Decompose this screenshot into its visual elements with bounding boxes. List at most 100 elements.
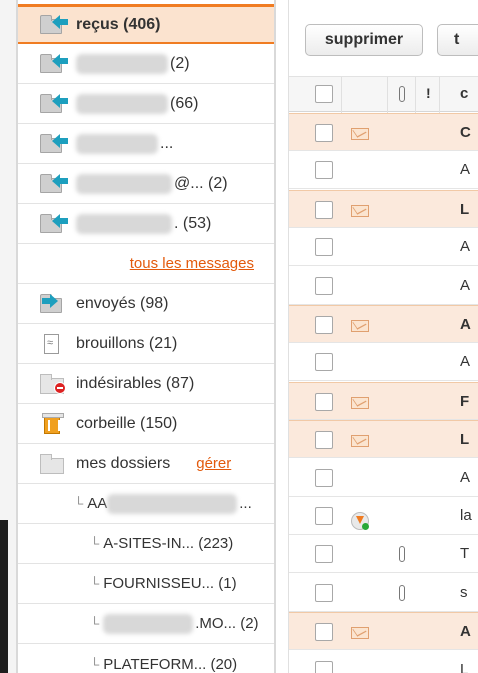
message-sender: F <box>460 392 470 410</box>
message-checkbox[interactable] <box>315 316 333 334</box>
redacted-name <box>76 173 172 194</box>
message-sender: L <box>460 200 470 218</box>
folder-account-4-count: @... (2) <box>174 174 228 192</box>
message-sender: la <box>460 507 472 524</box>
message-sender: L <box>460 431 470 449</box>
attachment-column-icon[interactable] <box>399 86 405 102</box>
tree-connector-icon: └ <box>90 576 100 591</box>
message-row[interactable]: A <box>289 228 478 267</box>
subfolder-5[interactable]: └ PLATEFORM... (20) <box>18 644 274 673</box>
folder-spam[interactable]: indésirables (87) <box>18 364 274 404</box>
message-row[interactable]: F <box>289 381 478 420</box>
message-checkbox[interactable] <box>315 660 333 673</box>
subfolder-1-suffix: ... <box>239 495 252 512</box>
manage-folders-link[interactable]: gérer <box>196 455 231 472</box>
redacted-name <box>107 493 238 514</box>
window-edge <box>0 0 16 673</box>
message-row[interactable]: A <box>289 151 478 190</box>
delete-button[interactable]: supprimer <box>305 24 423 56</box>
folder-account-4[interactable]: @... (2) <box>18 164 274 204</box>
tree-connector-icon: └ <box>74 496 84 511</box>
my-folders-row: mes dossiers gérer <box>18 444 274 484</box>
message-checkbox[interactable] <box>315 200 333 219</box>
redacted-name <box>76 133 158 154</box>
inbox-icon <box>36 173 68 194</box>
subfolder-3[interactable]: └ FOURNISSEU... (1) <box>18 564 274 604</box>
message-sender: s <box>460 583 468 601</box>
folder-account-5-count: . (53) <box>174 214 212 232</box>
subfolder-4-suffix: .MO... (2) <box>195 615 259 632</box>
message-row[interactable]: L <box>289 189 478 228</box>
message-row[interactable]: L <box>289 651 478 673</box>
folder-drafts[interactable]: brouillons (21) <box>18 324 274 364</box>
toolbar: supprimer t <box>289 0 478 70</box>
folder-account-2-count: (66) <box>170 94 199 112</box>
message-sender: A <box>460 276 471 294</box>
attachment-icon <box>399 584 405 601</box>
all-messages-row: tous les messages <box>18 244 274 284</box>
inbox-icon <box>36 133 68 154</box>
message-row[interactable]: A <box>289 459 478 497</box>
folder-inbox[interactable]: reçus (406) <box>18 4 274 44</box>
subfolder-2-label: A-SITES-IN... (223) <box>103 535 234 552</box>
message-row[interactable]: la <box>289 497 478 535</box>
folder-account-1-count: (2) <box>170 54 190 72</box>
subfolder-1[interactable]: └ AA... <box>18 484 274 524</box>
message-checkbox[interactable] <box>315 431 333 450</box>
subfolder-4[interactable]: └ .MO... (2) <box>18 604 274 644</box>
message-row[interactable]: A <box>289 305 478 343</box>
redacted-name <box>76 213 172 234</box>
message-checkbox[interactable] <box>315 276 333 295</box>
sender-column-header[interactable]: c <box>460 85 478 102</box>
message-row[interactable]: A <box>289 343 478 382</box>
message-row[interactable]: A <box>289 612 478 651</box>
toolbar-second-button[interactable]: t <box>437 24 478 56</box>
unread-envelope-icon <box>351 435 369 448</box>
redacted-name <box>76 93 168 114</box>
inbox-icon <box>36 53 68 74</box>
unread-envelope-icon <box>351 396 369 409</box>
message-row[interactable]: T <box>289 535 478 574</box>
folder-sent-label: envoyés (98) <box>76 294 169 312</box>
sent-icon <box>36 293 68 314</box>
select-all-checkbox[interactable] <box>315 85 333 103</box>
folder-sent[interactable]: envoyés (98) <box>18 284 274 324</box>
inbox-icon <box>36 93 68 114</box>
message-checkbox[interactable] <box>315 545 333 564</box>
unread-envelope-icon <box>351 204 369 217</box>
folder-trash[interactable]: corbeille (150) <box>18 404 274 444</box>
inbox-icon <box>36 213 68 234</box>
window-edge-dark <box>0 520 8 673</box>
message-checkbox[interactable] <box>315 623 333 642</box>
folder-account-2[interactable]: (66) <box>18 84 274 124</box>
message-list: supprimer t ! c C A L A A A A F L Ala Ts A L <box>288 0 478 673</box>
folder-account-3[interactable]: ... <box>18 124 274 164</box>
message-sender: L <box>460 660 469 673</box>
folder-icon <box>36 453 68 474</box>
message-checkbox[interactable] <box>315 124 333 142</box>
message-sender: A <box>460 238 471 256</box>
message-sender: A <box>460 161 471 179</box>
folder-account-5[interactable]: . (53) <box>18 204 274 244</box>
message-checkbox[interactable] <box>315 238 333 257</box>
message-row[interactable]: s <box>289 574 478 612</box>
message-checkbox[interactable] <box>315 353 333 372</box>
subfolder-1-prefix: AA <box>87 495 108 512</box>
subfolder-2[interactable]: └ A-SITES-IN... (223) <box>18 524 274 564</box>
tree-connector-icon: └ <box>90 536 100 551</box>
folder-account-1[interactable]: (2) <box>18 44 274 84</box>
message-checkbox[interactable] <box>315 392 333 411</box>
message-row[interactable]: A <box>289 267 478 305</box>
all-messages-link[interactable]: tous les messages <box>130 255 254 272</box>
subfolder-5-label: PLATEFORM... (20) <box>103 655 238 673</box>
message-checkbox[interactable] <box>315 583 333 602</box>
folder-drafts-label: brouillons (21) <box>76 334 178 352</box>
message-checkbox[interactable] <box>315 468 333 487</box>
priority-column-icon[interactable]: ! <box>426 85 431 101</box>
subfolder-3-label: FOURNISSEU... (1) <box>103 575 237 592</box>
message-row[interactable]: C <box>289 113 478 151</box>
message-checkbox[interactable] <box>315 507 333 525</box>
tree-connector-icon: └ <box>90 656 100 672</box>
message-row[interactable]: L <box>289 420 478 459</box>
message-checkbox[interactable] <box>315 161 333 180</box>
